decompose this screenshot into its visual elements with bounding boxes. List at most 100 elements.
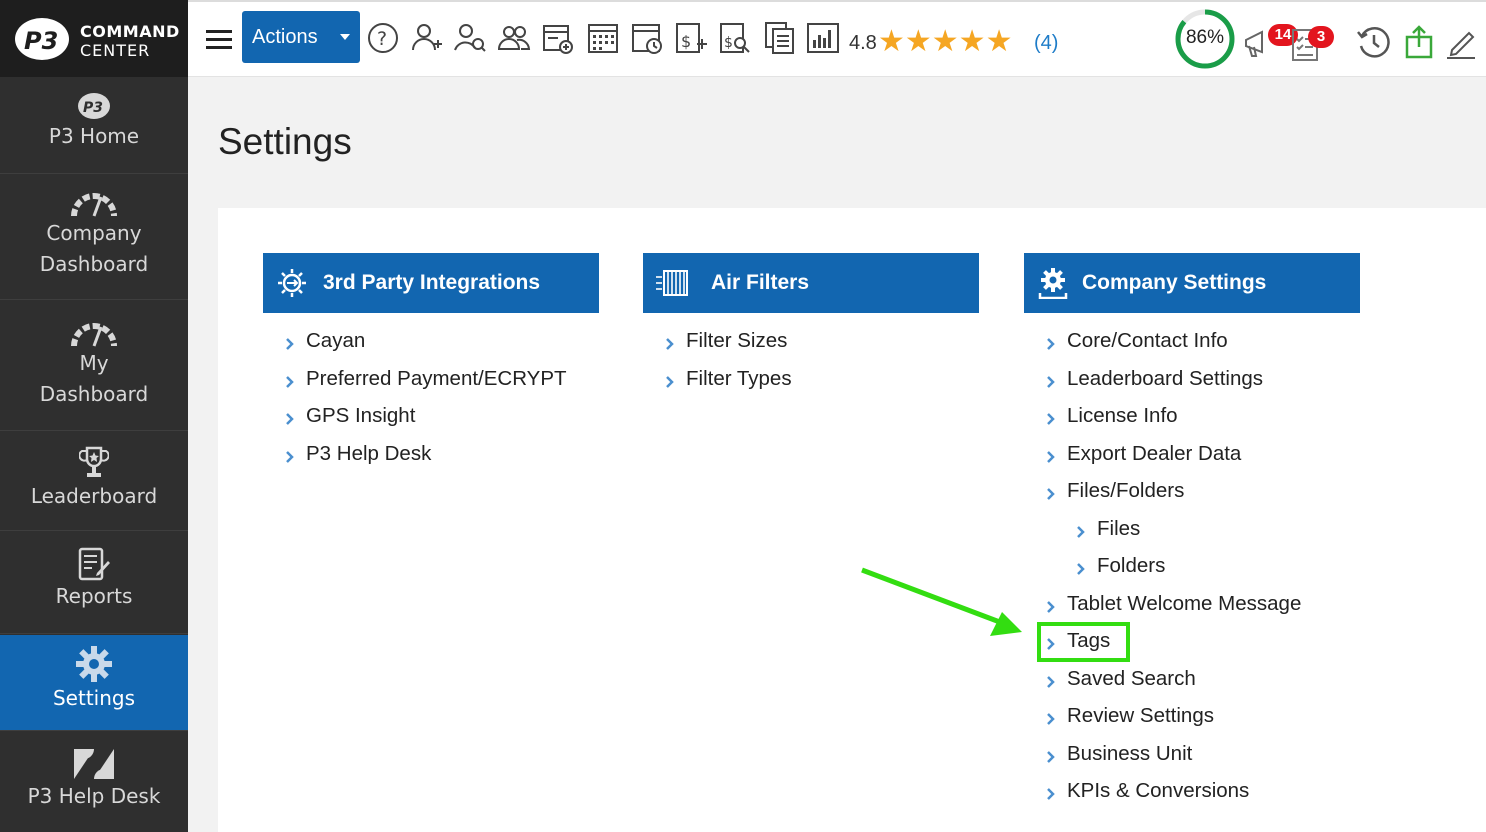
link-label: Files/Folders <box>1067 479 1185 502</box>
add-calendar-icon[interactable] <box>541 20 575 56</box>
link-list: Core/Contact Info Leaderboard Settings L… <box>1024 313 1360 813</box>
link-core-contact-info[interactable]: Core/Contact Info <box>1024 325 1360 363</box>
progress-label: 86% <box>1185 27 1225 48</box>
svg-text:P3: P3 <box>24 27 58 55</box>
sidebar-item-label: Reports <box>55 584 133 608</box>
link-business-unit[interactable]: Business Unit <box>1024 738 1360 776</box>
link-label: Folders <box>1097 554 1166 577</box>
search-invoice-icon[interactable]: $ <box>718 20 752 56</box>
chevron-right-icon <box>665 337 675 351</box>
integration-gear-icon <box>278 269 306 297</box>
chevron-right-icon <box>1076 525 1086 539</box>
actions-label: Actions <box>252 26 318 48</box>
chevron-right-icon <box>1046 787 1056 801</box>
logo-text-center: CENTER <box>80 41 151 60</box>
settings-panel: 3rd Party Integrations Cayan Preferred P… <box>218 208 1486 832</box>
company-gear-icon <box>1038 268 1068 299</box>
link-label: P3 Help Desk <box>306 441 432 465</box>
sidebar-item-settings[interactable]: Settings <box>0 635 188 731</box>
caret-down-icon <box>340 34 350 40</box>
card-header: Company Settings <box>1024 253 1360 313</box>
upload-icon[interactable] <box>1402 24 1436 60</box>
link-label: Filter Sizes <box>686 329 788 352</box>
link-preferred-payment[interactable]: Preferred Payment/ECRYPT <box>263 363 599 401</box>
annotation-highlight-box <box>1037 622 1130 662</box>
card-3rd-party-integrations: 3rd Party Integrations Cayan Preferred P… <box>263 253 599 475</box>
chevron-right-icon <box>1046 750 1056 764</box>
link-filter-types[interactable]: Filter Types <box>643 363 979 401</box>
link-label: Filter Types <box>686 366 792 390</box>
link-label: Files <box>1097 516 1141 540</box>
sidebar-item-leaderboard[interactable]: Leaderboard <box>0 431 188 531</box>
logo-text-command: COMMAND <box>80 22 180 41</box>
chevron-right-icon <box>1046 487 1056 501</box>
logo[interactable]: P3 COMMAND CENTER <box>0 0 188 77</box>
link-kpis-conversions[interactable]: KPIs & Conversions <box>1024 775 1360 813</box>
actions-dropdown-button[interactable]: Actions <box>242 11 360 63</box>
sidebar-item-label: My Dashboard <box>39 351 149 406</box>
chevron-right-icon <box>1046 450 1056 464</box>
chevron-right-icon <box>1046 375 1056 389</box>
help-icon[interactable]: ? <box>366 20 400 56</box>
sidebar-item-p3-home[interactable]: P3 P3 Home <box>0 77 188 174</box>
svg-text:P3: P3 <box>83 100 103 116</box>
speedometer-icon <box>71 323 117 347</box>
history-icon[interactable] <box>1356 24 1390 60</box>
page-title: Settings <box>218 121 352 162</box>
bar-chart-icon[interactable] <box>806 20 840 56</box>
hamburger-menu-icon[interactable] <box>206 30 232 50</box>
card-header: 3rd Party Integrations <box>263 253 599 313</box>
svg-text:?: ? <box>377 28 387 50</box>
chevron-right-icon <box>1046 337 1056 351</box>
link-p3-help-desk[interactable]: P3 Help Desk <box>263 438 599 476</box>
link-label: GPS Insight <box>306 404 416 427</box>
sidebar-item-p3-help-desk[interactable]: P3 Help Desk <box>0 731 188 832</box>
add-user-icon[interactable] <box>410 20 444 56</box>
sidebar: P3 COMMAND CENTER P3 P3 Home Company Das… <box>0 0 188 832</box>
top-toolbar: Actions ? $ $ 4.8 ★★★★★ (4) 86% 14 3 <box>188 0 1486 77</box>
link-export-dealer-data[interactable]: Export Dealer Data <box>1024 438 1360 476</box>
link-files-folders[interactable]: Files/Folders <box>1024 475 1360 513</box>
link-list: Filter Sizes Filter Types <box>643 313 979 400</box>
zendesk-icon <box>74 749 114 779</box>
svg-text:$: $ <box>724 35 733 51</box>
link-label: Cayan <box>306 329 366 352</box>
add-invoice-icon[interactable]: $ <box>674 20 708 56</box>
tasks-badge: 3 <box>1308 26 1334 48</box>
edit-icon[interactable] <box>1444 24 1478 60</box>
card-title: Company Settings <box>1082 271 1267 294</box>
link-label: Leaderboard Settings <box>1067 366 1264 390</box>
link-cayan[interactable]: Cayan <box>263 325 599 363</box>
link-license-info[interactable]: License Info <box>1024 400 1360 438</box>
profile-completion-gauge[interactable]: 86% <box>1174 8 1236 70</box>
air-filter-icon <box>656 270 688 296</box>
sidebar-item-my-dashboard[interactable]: My Dashboard <box>0 300 188 431</box>
link-filter-sizes[interactable]: Filter Sizes <box>643 325 979 363</box>
link-leaderboard-settings[interactable]: Leaderboard Settings <box>1024 363 1360 401</box>
chevron-right-icon <box>285 412 295 426</box>
link-tablet-welcome-message[interactable]: Tablet Welcome Message <box>1024 588 1360 626</box>
calendar-clock-icon[interactable] <box>630 20 664 56</box>
card-title: 3rd Party Integrations <box>323 271 541 294</box>
link-label: Business Unit <box>1067 741 1193 765</box>
sidebar-item-reports[interactable]: Reports <box>0 531 188 634</box>
search-user-icon[interactable] <box>453 20 487 56</box>
link-saved-search[interactable]: Saved Search <box>1024 663 1360 701</box>
report-icon <box>78 547 110 581</box>
link-gps-insight[interactable]: GPS Insight <box>263 400 599 438</box>
sidebar-item-label: P3 Help Desk <box>27 784 161 808</box>
sidebar-item-label: Leaderboard <box>30 484 158 508</box>
link-folders[interactable]: Folders <box>1024 550 1360 588</box>
rating-count-link[interactable]: (4) <box>1034 32 1058 55</box>
documents-icon[interactable] <box>763 20 797 56</box>
sidebar-item-company-dashboard[interactable]: Company Dashboard <box>0 174 188 300</box>
link-review-settings[interactable]: Review Settings <box>1024 700 1360 738</box>
card-title: Air Filters <box>711 271 810 294</box>
gear-icon <box>76 646 112 682</box>
users-icon[interactable] <box>497 20 531 56</box>
link-files[interactable]: Files <box>1024 513 1360 551</box>
calendar-icon[interactable] <box>586 20 620 56</box>
chevron-right-icon <box>285 337 295 351</box>
link-label: KPIs & Conversions <box>1067 779 1250 802</box>
link-label: Tablet Welcome Message <box>1067 591 1302 615</box>
